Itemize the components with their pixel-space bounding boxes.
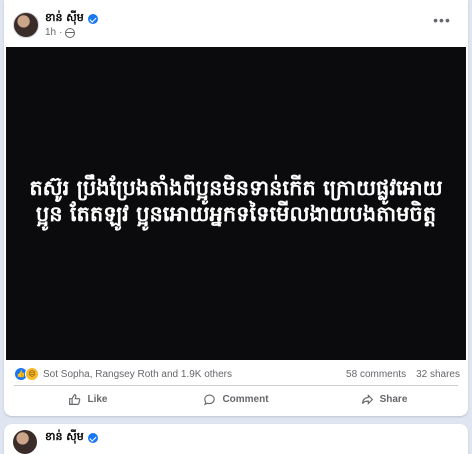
sad-icon: ☹ [25, 367, 39, 381]
post-meta: 1h · [45, 27, 76, 38]
next-author-name[interactable]: ខាន់ ស៊ីម [45, 430, 84, 446]
author-row: ខាន់ ស៊ីម [45, 11, 98, 27]
reaction-names[interactable]: Sot Sopha, Rangsey Roth and 1.9K others [43, 369, 232, 380]
next-verified-badge-icon [87, 433, 98, 443]
post-time[interactable]: 1h [45, 27, 56, 38]
next-author-row: ខាន់ ស៊ីម [45, 430, 98, 446]
globe-icon [65, 27, 76, 38]
reaction-icons[interactable]: 👍 ☹ [14, 367, 39, 381]
comment-label: Comment [222, 393, 269, 405]
engagement-counts: 58 comments 32 shares [346, 369, 460, 380]
media-text: តស៊ូរ ប្រឹងប្រែងតាំងពីប្អូនមិនទាន់កើត ក្… [29, 175, 443, 226]
like-button[interactable]: Like [14, 388, 162, 410]
thumbs-up-icon [69, 393, 81, 405]
more-horizontal-icon: ••• [433, 12, 451, 28]
comment-button[interactable]: Comment [162, 388, 310, 410]
post-media[interactable]: តស៊ូរ ប្រឹងប្រែងតាំងពីប្អូនមិនទាន់កើត ក្… [6, 47, 466, 360]
post-header: ខាន់ ស៊ីម 1h · ••• [4, 0, 468, 46]
like-label: Like [87, 393, 108, 405]
comments-count[interactable]: 58 comments [346, 369, 406, 380]
comment-icon [204, 393, 216, 405]
meta-separator: · [59, 27, 63, 38]
reactions-row: 👍 ☹ Sot Sopha, Rangsey Roth and 1.9K oth… [14, 363, 460, 385]
shares-count[interactable]: 32 shares [416, 369, 460, 380]
post-actions: Like Comment Share [14, 388, 458, 410]
author-name[interactable]: ខាន់ ស៊ីម [45, 11, 84, 27]
post-card: ខាន់ ស៊ីម 1h · ••• តស៊ូរ ប្រឹងប្រែងតាំងព… [4, 0, 468, 416]
next-author-avatar[interactable] [13, 430, 37, 454]
more-options-button[interactable]: ••• [432, 12, 452, 30]
share-button[interactable]: Share [310, 388, 458, 410]
author-avatar[interactable] [13, 12, 39, 38]
verified-badge-icon [87, 14, 98, 24]
actions-divider [14, 385, 458, 386]
share-icon [361, 393, 373, 405]
next-post-card: ខាន់ ស៊ីម [4, 424, 468, 454]
share-label: Share [379, 393, 408, 405]
